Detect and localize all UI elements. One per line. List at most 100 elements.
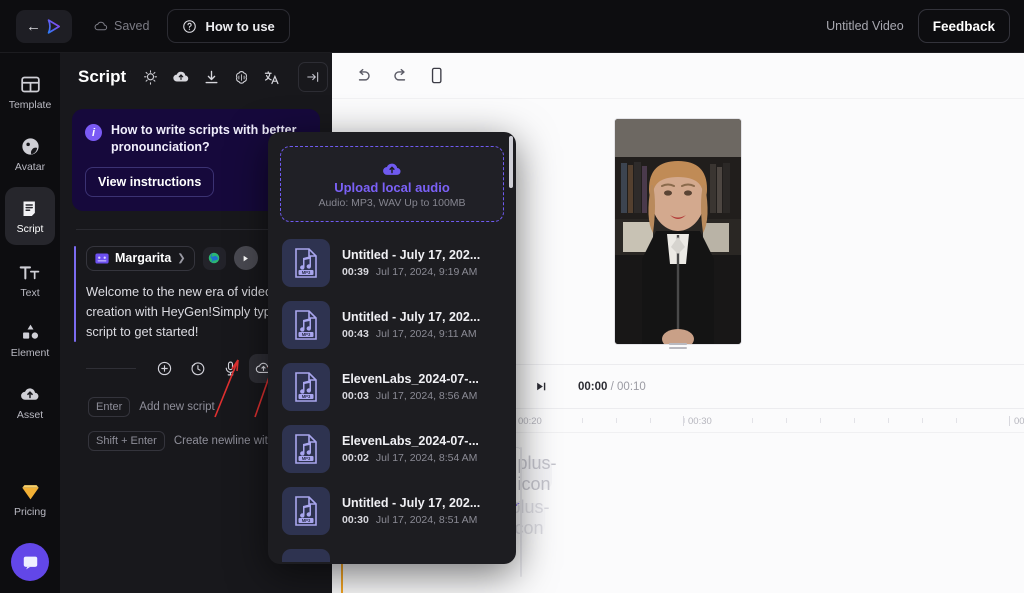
time-separator: /	[610, 380, 614, 393]
audio-date: Jul 17, 2024, 9:11 AM	[375, 328, 477, 340]
list-item[interactable]: MP3 Untitled - July 17, 202... 00:39 Jul…	[268, 232, 516, 294]
svg-text:MP3: MP3	[302, 518, 311, 523]
video-title[interactable]: Untitled Video	[826, 19, 904, 33]
audio-duration: 00:02	[342, 452, 369, 464]
sidebar-item-label: Asset	[16, 408, 44, 421]
mp3-file-icon: MP3	[282, 363, 330, 411]
svg-text:MP3: MP3	[302, 456, 311, 461]
cloud-upload-icon[interactable]	[172, 68, 190, 86]
how-to-use-button[interactable]: How to use	[167, 9, 290, 43]
mp3-file-icon: MP3	[282, 239, 330, 287]
globe-icon	[208, 253, 220, 264]
current-time: 00:00	[578, 380, 608, 393]
list-item[interactable]: MP3 Untitled - July 17, 202... 00:43 Jul…	[268, 294, 516, 356]
ruler-tick: 00:20	[513, 416, 542, 427]
collapse-panel-button[interactable]	[298, 62, 328, 92]
heygen-video-editor: ← Saved How to use Untitled Video Feedba…	[0, 0, 1024, 593]
audio-date: Jul 17, 2024, 8:56 AM	[375, 390, 478, 402]
sidebar-item-label: Pricing	[13, 505, 47, 518]
mp3-file-icon: MP3	[282, 301, 330, 349]
sidebar-item-avatar[interactable]: Avatar	[5, 125, 55, 183]
aspect-ratio-phone-icon[interactable]	[428, 66, 445, 85]
total-time: 00:10	[617, 380, 646, 393]
arrow-left-icon[interactable]: ←	[26, 19, 41, 34]
list-item[interactable]: MP3 Untitled - July 17, 202... 00:30 Jul…	[268, 480, 516, 542]
lightbulb-icon[interactable]	[142, 69, 159, 86]
language-globe-button[interactable]	[202, 246, 226, 270]
microphone-icon	[225, 361, 236, 376]
diamond-icon	[21, 484, 39, 499]
avatar-icon	[21, 137, 39, 155]
add-pause-button[interactable]	[150, 354, 179, 383]
audio-file-meta: 00:03 Jul 17, 2024, 8:56 AM	[342, 390, 479, 402]
audio-duration: 00:39	[342, 266, 369, 278]
script-textarea[interactable]: Welcome to the new era of video creation…	[86, 282, 291, 343]
template-icon	[20, 76, 40, 92]
sidebar-item-label: Text	[20, 286, 40, 299]
sidebar-item-script[interactable]: Script	[5, 187, 55, 245]
audio-file-name: Untitled - July 17, 202...	[342, 310, 481, 324]
list-item[interactable]: MP3 ElevenLabs_2024-07-... 00:02 Jul 17,…	[268, 418, 516, 480]
upload-title: Upload local audio	[334, 179, 450, 195]
mp3-file-icon: MP3	[282, 487, 330, 535]
redo-icon[interactable]	[391, 66, 410, 85]
list-item[interactable]: MP3 ElevenLabs_2024-07-... 00:03 Jul 17,…	[268, 356, 516, 418]
sidebar-item-element[interactable]: Element	[5, 311, 55, 369]
translate-icon[interactable]	[263, 69, 280, 86]
script-icon	[23, 201, 35, 216]
feedback-label: Feedback	[932, 18, 995, 34]
list-item-partial[interactable]	[268, 542, 516, 562]
tool-row-line	[86, 368, 136, 370]
stage-resize-grip[interactable]	[669, 343, 687, 350]
audio-date: Jul 17, 2024, 9:19 AM	[375, 266, 478, 278]
script-block-accent-bar	[74, 245, 76, 342]
grip-line	[669, 347, 687, 349]
feedback-button[interactable]: Feedback	[917, 9, 1010, 43]
cloud-upload-icon	[383, 163, 401, 175]
record-microphone-button[interactable]	[216, 354, 245, 383]
avatar-video-preview[interactable]	[615, 119, 741, 344]
undo-icon[interactable]	[354, 66, 373, 85]
saved-status: Saved	[94, 19, 149, 33]
sidebar-item-asset[interactable]: Asset	[5, 373, 55, 431]
openai-icon[interactable]	[233, 69, 250, 86]
audio-duration: 00:30	[342, 514, 369, 526]
audio-library-modal: Upload local audio Audio: MP3, WAV Up to…	[268, 132, 516, 564]
speed-button[interactable]	[183, 354, 212, 383]
sidebar-item-pricing[interactable]: Pricing	[5, 471, 55, 529]
ruler-tick: 00:30	[683, 416, 712, 427]
view-instructions-button[interactable]: View instructions	[85, 166, 215, 197]
canvas-toolbar	[332, 53, 1024, 99]
element-shapes-icon	[22, 324, 38, 339]
download-icon[interactable]	[203, 69, 220, 86]
preview-voice-button[interactable]	[233, 246, 258, 271]
intercom-chat-icon[interactable]	[11, 543, 49, 581]
heygen-logo[interactable]	[45, 18, 62, 35]
upload-local-audio-dropzone[interactable]: Upload local audio Audio: MP3, WAV Up to…	[280, 146, 504, 222]
nav-home-pill[interactable]: ←	[16, 9, 72, 43]
chat-glyph-icon	[23, 556, 37, 569]
audio-file-list[interactable]: MP3 Untitled - July 17, 202... 00:39 Jul…	[268, 232, 516, 562]
how-to-use-label: How to use	[205, 18, 275, 34]
sidebar-item-template[interactable]: Template	[5, 63, 55, 121]
text-icon	[19, 265, 40, 279]
audio-file-name: ElevenLabs_2024-07-...	[342, 434, 479, 448]
plus-icon: plus-icon	[517, 453, 557, 494]
saved-label: Saved	[114, 19, 150, 33]
track-clip-audio[interactable]	[520, 447, 522, 577]
audio-file-meta: 00:30 Jul 17, 2024, 8:51 AM	[342, 514, 480, 526]
sidebar-item-text[interactable]: Text	[5, 249, 55, 307]
add-track-button[interactable]: plus-icon	[518, 453, 557, 494]
modal-scrollbar[interactable]	[509, 136, 513, 188]
top-bar: ← Saved How to use Untitled Video Feedba…	[0, 0, 1024, 53]
voice-selector[interactable]: Margarita ❯	[86, 245, 195, 271]
svg-text:MP3: MP3	[302, 394, 311, 399]
view-instructions-label: View instructions	[98, 174, 202, 189]
info-icon: i	[85, 124, 102, 141]
skip-next-button[interactable]	[530, 376, 552, 398]
mp3-file-icon: MP3	[282, 425, 330, 473]
audio-file-meta: 00:02 Jul 17, 2024, 8:54 AM	[342, 452, 479, 464]
speed-clock-icon	[191, 362, 205, 376]
voice-chip-icon	[95, 253, 109, 264]
upload-subtitle: Audio: MP3, WAV Up to 100MB	[318, 196, 466, 209]
